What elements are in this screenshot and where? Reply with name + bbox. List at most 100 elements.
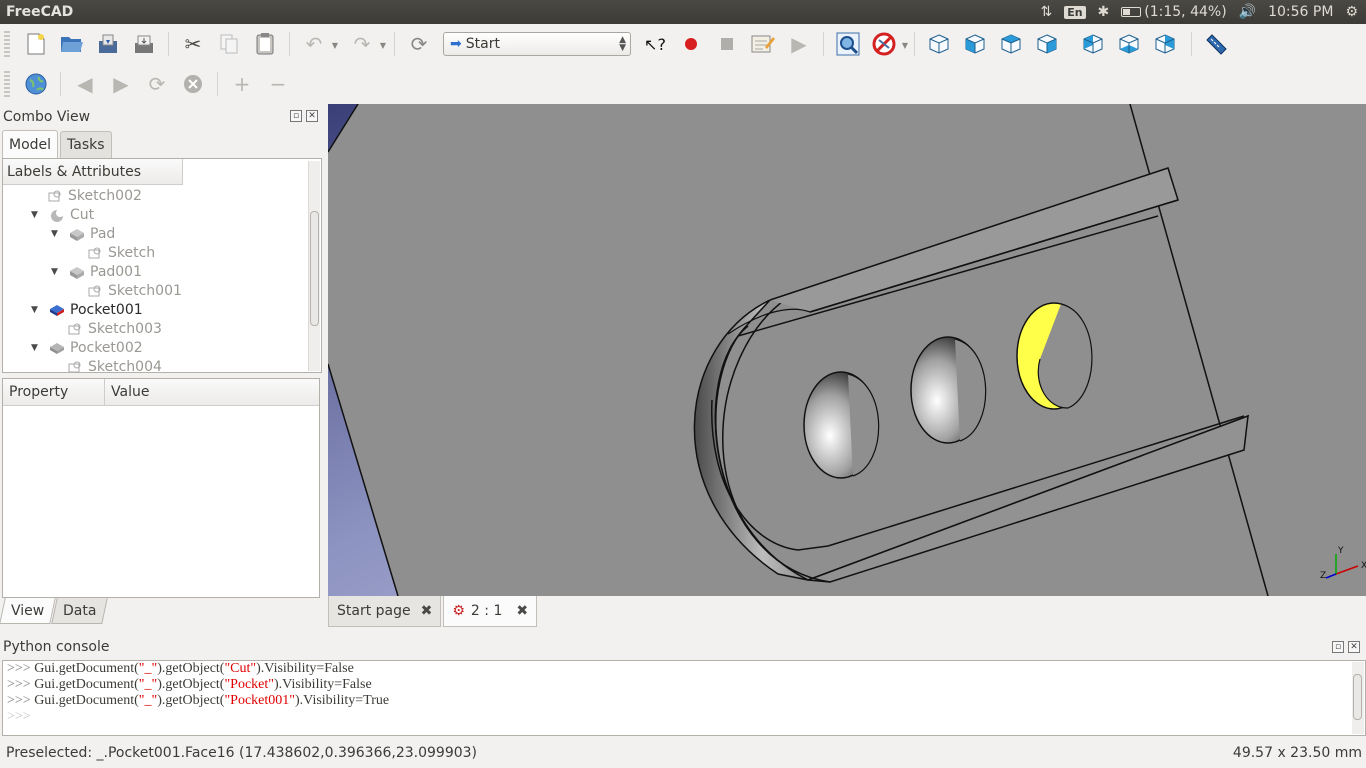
fit-all-button[interactable] xyxy=(832,28,864,60)
tree-item[interactable]: Sketch003 xyxy=(67,319,162,338)
sketch-icon xyxy=(87,246,103,260)
system-top-panel: FreeCAD ⇅ En ✱ (1:15, 44%) 🔊 10:56 PM ⚙ xyxy=(0,0,1366,24)
tab-tasks[interactable]: Tasks xyxy=(60,131,112,158)
hole-1[interactable] xyxy=(803,371,880,479)
undo-button[interactable]: ↶ ▼ xyxy=(298,28,338,60)
tree-item[interactable]: ▼ Pocket001 xyxy=(31,300,143,319)
stop-loading-icon[interactable] xyxy=(177,68,209,100)
tree-item[interactable]: ▼ Cut xyxy=(31,205,94,224)
toolbar-separator xyxy=(823,32,824,56)
undo-dropdown-icon[interactable]: ▼ xyxy=(332,41,338,50)
battery-text: (1:15, 44%) xyxy=(1144,4,1227,20)
python-console[interactable]: >>> Gui.getDocument("_").getObject("Cut"… xyxy=(2,660,1366,736)
bottom-view-button[interactable] xyxy=(1113,28,1145,60)
right-view-button[interactable] xyxy=(1031,28,1063,60)
freecad-document-icon: ⚙ xyxy=(452,603,465,619)
measure-distance-button[interactable] xyxy=(1200,28,1232,60)
close-icon[interactable]: ✕ xyxy=(306,110,318,122)
property-column-header[interactable]: Property xyxy=(3,379,105,405)
new-document-button[interactable] xyxy=(20,28,52,60)
property-editor: Property Value xyxy=(2,378,320,598)
tree-item[interactable]: Sketch004 xyxy=(67,357,162,372)
tree-item[interactable]: ▼ Pad xyxy=(51,224,115,243)
rear-view-button[interactable] xyxy=(1077,28,1109,60)
undock-icon[interactable]: ▫ xyxy=(290,110,302,122)
workbench-selected-value: Start xyxy=(465,36,500,52)
tab-start-page[interactable]: Start page ✖ xyxy=(328,596,442,627)
tree-item[interactable]: Sketch002 xyxy=(47,186,142,205)
whats-this-help-icon[interactable]: ↖? xyxy=(639,28,671,60)
scrollbar-thumb[interactable] xyxy=(1353,674,1362,720)
zoom-out-icon[interactable]: − xyxy=(262,68,294,100)
save-as-button[interactable] xyxy=(128,28,160,60)
close-icon[interactable]: ✖ xyxy=(421,603,433,619)
volume-icon[interactable]: 🔊 xyxy=(1239,4,1256,20)
tree-item[interactable]: Sketch001 xyxy=(87,281,182,300)
save-document-button[interactable] xyxy=(92,28,124,60)
tree-item[interactable]: ▼ Pocket002 xyxy=(31,338,143,357)
front-view-button[interactable] xyxy=(959,28,991,60)
3d-viewport[interactable]: X Y Z xyxy=(328,104,1366,596)
toolbar-grip[interactable] xyxy=(4,31,10,57)
forward-arrow-icon[interactable]: ▶ xyxy=(105,68,137,100)
redo-button[interactable]: ↷ ▼ xyxy=(346,28,386,60)
draw-style-button[interactable]: ▼ xyxy=(868,28,908,60)
collapse-arrow-icon[interactable]: ▼ xyxy=(31,305,43,315)
toolbar-grip[interactable] xyxy=(4,71,10,97)
keyboard-language-indicator[interactable]: En xyxy=(1064,5,1086,19)
collapse-arrow-icon[interactable]: ▼ xyxy=(31,210,43,220)
tree-item[interactable]: ▼ Pad001 xyxy=(51,262,142,281)
tree-item[interactable]: Sketch xyxy=(87,243,155,262)
top-view-button[interactable] xyxy=(995,28,1027,60)
network-icon[interactable]: ⇅ xyxy=(1040,4,1052,20)
tab-label: 2 : 1 xyxy=(470,603,503,619)
console-scrollbar[interactable] xyxy=(1352,662,1364,734)
axis-x-label: X xyxy=(1361,561,1366,571)
model-tree: Labels & Attributes Sketch002 ▼ Cut ▼ Pa… xyxy=(2,158,322,373)
reload-icon[interactable]: ⟳ xyxy=(141,68,173,100)
redo-dropdown-icon[interactable]: ▼ xyxy=(380,41,386,50)
collapse-arrow-icon[interactable]: ▼ xyxy=(51,229,63,239)
tree-item-label: Cut xyxy=(70,206,95,223)
battery-indicator[interactable]: (1:15, 44%) xyxy=(1121,4,1227,20)
workbench-selector[interactable]: ➡ Start ▲ ▼ xyxy=(443,32,631,56)
undock-icon[interactable]: ▫ xyxy=(1332,641,1344,653)
tab-model[interactable]: Model xyxy=(2,130,59,158)
draw-style-dropdown-icon[interactable]: ▼ xyxy=(902,41,908,50)
scrollbar-thumb[interactable] xyxy=(310,211,319,326)
stop-macro-button[interactable] xyxy=(711,28,743,60)
paste-button[interactable] xyxy=(249,28,281,60)
tab-data[interactable]: Data xyxy=(51,598,109,624)
edit-macro-button[interactable] xyxy=(747,28,779,60)
close-icon[interactable]: ✕ xyxy=(1348,641,1360,653)
console-input-line[interactable]: >>> xyxy=(3,709,1365,725)
copy-button[interactable] xyxy=(213,28,245,60)
isometric-view-button[interactable] xyxy=(923,28,955,60)
collapse-arrow-icon[interactable]: ▼ xyxy=(51,267,63,277)
left-view-button[interactable] xyxy=(1149,28,1181,60)
cut-button[interactable]: ✂ xyxy=(177,28,209,60)
3d-model-render[interactable]: X Y Z xyxy=(328,104,1366,596)
open-document-button[interactable] xyxy=(56,28,88,60)
tab-view[interactable]: View xyxy=(0,598,56,624)
toolbar-separator xyxy=(217,72,218,96)
back-arrow-icon[interactable]: ◀ xyxy=(69,68,101,100)
hole-2[interactable] xyxy=(910,336,987,444)
hole-3-preselected[interactable] xyxy=(1016,302,1093,410)
settings-gear-icon[interactable]: ⚙ xyxy=(1345,4,1358,20)
zoom-in-icon[interactable]: + xyxy=(226,68,258,100)
clock[interactable]: 10:56 PM xyxy=(1268,4,1333,20)
tree-scrollbar[interactable] xyxy=(308,161,320,371)
record-macro-button[interactable] xyxy=(675,28,707,60)
web-globe-icon[interactable] xyxy=(20,68,52,100)
execute-macro-button[interactable]: ▶ xyxy=(783,28,815,60)
collapse-arrow-icon[interactable]: ▼ xyxy=(31,343,43,353)
close-icon[interactable]: ✖ xyxy=(516,603,528,619)
tree-column-header[interactable]: Labels & Attributes xyxy=(3,159,183,185)
toolbar-separator xyxy=(60,72,61,96)
tab-document-view[interactable]: ⚙ 2 : 1 ✖ xyxy=(443,596,538,627)
refresh-button[interactable]: ⟳ xyxy=(403,28,435,60)
pocket-icon xyxy=(49,341,65,355)
bluetooth-icon[interactable]: ✱ xyxy=(1098,4,1110,20)
value-column-header[interactable]: Value xyxy=(105,379,149,405)
